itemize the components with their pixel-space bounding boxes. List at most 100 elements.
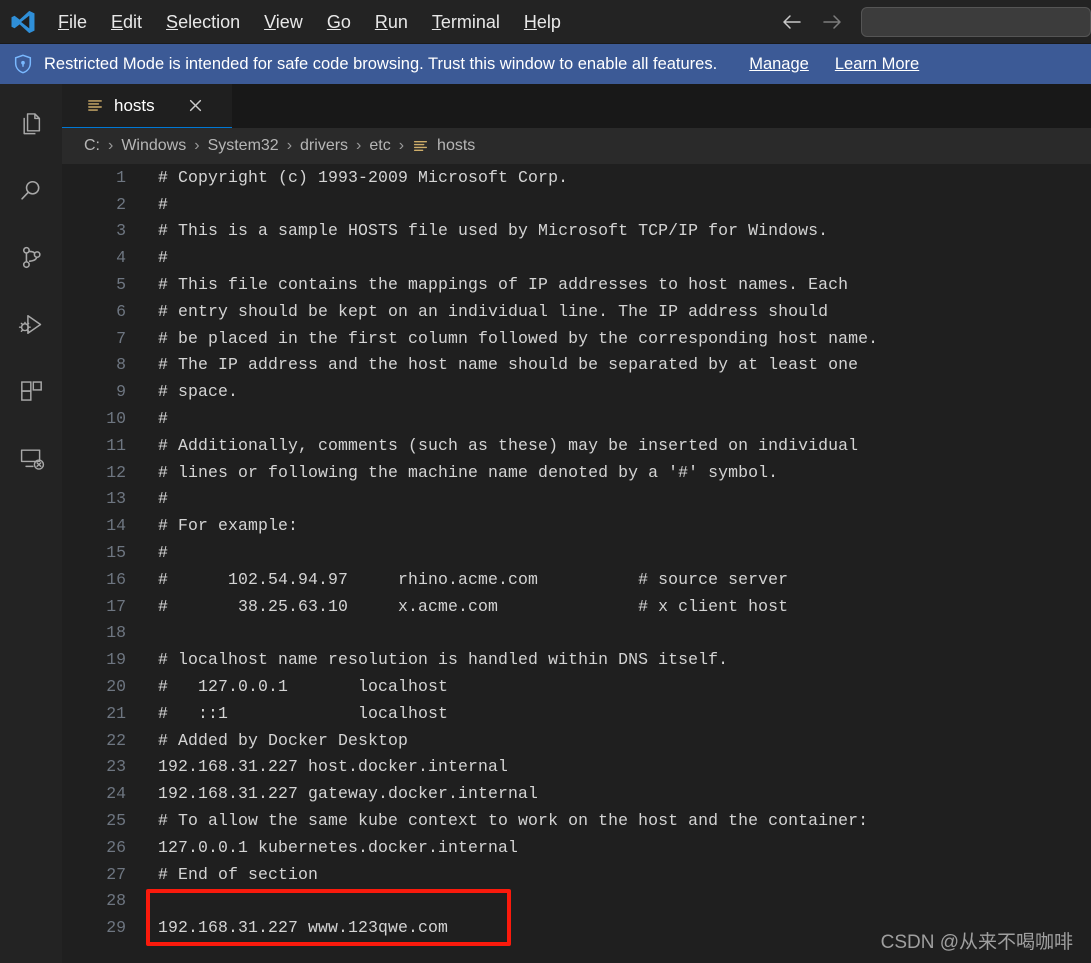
activity-bar-item-remote-explorer[interactable] xyxy=(0,427,62,494)
watermark-text: CSDN @从来不喝咖啡 xyxy=(880,932,1073,953)
code-line[interactable]: 9 # space. xyxy=(62,378,1091,405)
line-content: # This file contains the mappings of IP … xyxy=(158,275,849,295)
code-line[interactable]: 16 # 102.54.94.97 rhino.acme.com # source… xyxy=(62,566,1091,593)
line-number: 24 xyxy=(106,784,126,804)
code-line[interactable]: 17 # 38.25.63.10 x.acme.com # x client ho… xyxy=(62,593,1091,620)
code-line[interactable]: 26 127.0.0.1 kubernetes.docker.internal xyxy=(62,834,1091,861)
menu-item-edit[interactable]: Edit xyxy=(99,9,154,35)
line-number: 12 xyxy=(106,462,126,482)
editor-tab-bar: hosts xyxy=(62,84,1091,128)
code-line[interactable]: 11 # Additionally, comments (such as thes… xyxy=(62,432,1091,459)
breadcrumb-item-4[interactable]: etc xyxy=(369,137,390,155)
breadcrumb-item-file[interactable]: hosts xyxy=(412,137,475,155)
activity-bar-item-run-and-debug[interactable] xyxy=(0,293,62,360)
menu-item-run[interactable]: Run xyxy=(363,9,420,35)
activity-bar-item-source-control[interactable] xyxy=(0,226,62,293)
line-content: # localhost name resolution is handled w… xyxy=(158,650,729,670)
line-content: # Added by Docker Desktop xyxy=(158,730,409,750)
code-line[interactable]: 1 # Copyright (c) 1993-2009 Microsoft Cor… xyxy=(62,164,1091,191)
menu-label-rest: o xyxy=(340,11,351,32)
menu-item-help[interactable]: Help xyxy=(512,9,573,35)
code-line[interactable]: 5 # This file contains the mappings of IP… xyxy=(62,271,1091,298)
code-line[interactable]: 4 # xyxy=(62,244,1091,271)
line-number: 26 xyxy=(106,837,126,857)
code-line[interactable]: 2 # xyxy=(62,191,1091,218)
breadcrumb-item-0[interactable]: C: xyxy=(84,137,100,155)
line-number: 1 xyxy=(116,167,126,187)
line-number: 4 xyxy=(116,248,126,268)
code-line[interactable]: 8 # The IP address and the host name shou… xyxy=(62,352,1091,379)
line-number: 17 xyxy=(106,596,126,616)
code-line[interactable]: 14 # For example: xyxy=(62,512,1091,539)
line-number: 29 xyxy=(106,918,126,938)
line-number: 8 xyxy=(116,355,126,375)
close-icon[interactable] xyxy=(187,97,204,114)
line-number: 7 xyxy=(116,328,126,348)
menu-mnemonic: F xyxy=(58,11,69,32)
line-content: # 127.0.0.1 localhost xyxy=(158,677,449,697)
activity-bar-item-explorer[interactable] xyxy=(0,92,62,159)
line-content: 192.168.31.227 gateway.docker.internal xyxy=(158,784,539,804)
line-content: # xyxy=(158,194,169,214)
code-line[interactable]: 13 # xyxy=(62,486,1091,513)
code-line[interactable]: 20 # 127.0.0.1 localhost xyxy=(62,673,1091,700)
menu-item-file[interactable]: File xyxy=(46,9,99,35)
vscode-window: File Edit Selection View Go Run Terminal… xyxy=(0,0,1091,963)
navigation-arrows xyxy=(779,9,845,35)
code-line[interactable]: 27 # End of section xyxy=(62,861,1091,888)
code-line[interactable]: 21 # ::1 localhost xyxy=(62,700,1091,727)
code-line[interactable]: 6 # entry should be kept on an individual… xyxy=(62,298,1091,325)
code-editor[interactable]: 1 # Copyright (c) 1993-2009 Microsoft Cor… xyxy=(62,164,1091,963)
arrow-right-icon[interactable] xyxy=(819,9,845,35)
line-content: # The IP address and the host name shoul… xyxy=(158,355,859,375)
menu-mnemonic: T xyxy=(431,11,441,32)
menu-item-terminal[interactable]: Terminal xyxy=(420,9,512,35)
banner-link-manage[interactable]: Manage xyxy=(749,55,809,74)
command-center-input[interactable] xyxy=(861,6,1091,37)
activity-bar xyxy=(0,84,62,963)
run-and-debug-icon xyxy=(18,311,45,343)
menu-label-rest: erminal xyxy=(440,11,500,32)
restricted-mode-banner: Restricted Mode is intended for safe cod… xyxy=(0,44,1091,84)
editor-tab-hosts[interactable]: hosts xyxy=(62,84,232,128)
search-icon xyxy=(18,177,45,209)
code-line[interactable]: 23 192.168.31.227 host.docker.internal xyxy=(62,754,1091,781)
line-number: 16 xyxy=(106,569,126,589)
line-number: 5 xyxy=(116,275,126,295)
menu-item-go[interactable]: Go xyxy=(315,9,363,35)
menu-label-rest: dit xyxy=(123,11,143,32)
code-line[interactable]: 18 xyxy=(62,620,1091,647)
activity-bar-item-extensions[interactable] xyxy=(0,360,62,427)
menu-label-rest: iew xyxy=(275,11,303,32)
menu-mnemonic: G xyxy=(326,11,341,32)
code-line[interactable]: 22 # Added by Docker Desktop xyxy=(62,727,1091,754)
line-content: # be placed in the first column followed… xyxy=(158,328,879,348)
line-content: # Additionally, comments (such as these)… xyxy=(158,435,859,455)
breadcrumb-item-2[interactable]: System32 xyxy=(208,137,279,155)
line-content: # 38.25.63.10 x.acme.com # x client host xyxy=(158,596,789,616)
code-line[interactable]: 28 xyxy=(62,888,1091,915)
line-number: 14 xyxy=(106,516,126,536)
line-content: # lines or following the machine name de… xyxy=(158,462,779,482)
menu-item-selection[interactable]: Selection xyxy=(154,9,252,35)
text-file-icon xyxy=(86,97,104,115)
shield-lock-icon xyxy=(12,53,34,75)
breadcrumb-separator: › xyxy=(286,137,293,154)
code-line[interactable]: 15 # xyxy=(62,539,1091,566)
line-content: 192.168.31.227 host.docker.internal xyxy=(158,757,509,777)
code-line[interactable]: 24 192.168.31.227 gateway.docker.internal xyxy=(62,780,1091,807)
code-line[interactable]: 12 # lines or following the machine name … xyxy=(62,459,1091,486)
breadcrumb-item-3[interactable]: drivers xyxy=(300,137,348,155)
code-line[interactable]: 25 # To allow the same kube context to wo… xyxy=(62,807,1091,834)
breadcrumb-item-1[interactable]: Windows xyxy=(121,137,186,155)
code-line[interactable]: 7 # be placed in the first column followe… xyxy=(62,325,1091,352)
activity-bar-item-search[interactable] xyxy=(0,159,62,226)
banner-link-learn-more[interactable]: Learn More xyxy=(835,55,919,74)
line-content: # entry should be kept on an individual … xyxy=(158,301,829,321)
code-line[interactable]: 19 # localhost name resolution is handled… xyxy=(62,646,1091,673)
code-line[interactable]: 3 # This is a sample HOSTS file used by M… xyxy=(62,218,1091,245)
code-line[interactable]: 10 # xyxy=(62,405,1091,432)
line-content: # For example: xyxy=(158,516,299,536)
arrow-left-icon[interactable] xyxy=(779,9,805,35)
menu-item-view[interactable]: View xyxy=(252,9,315,35)
